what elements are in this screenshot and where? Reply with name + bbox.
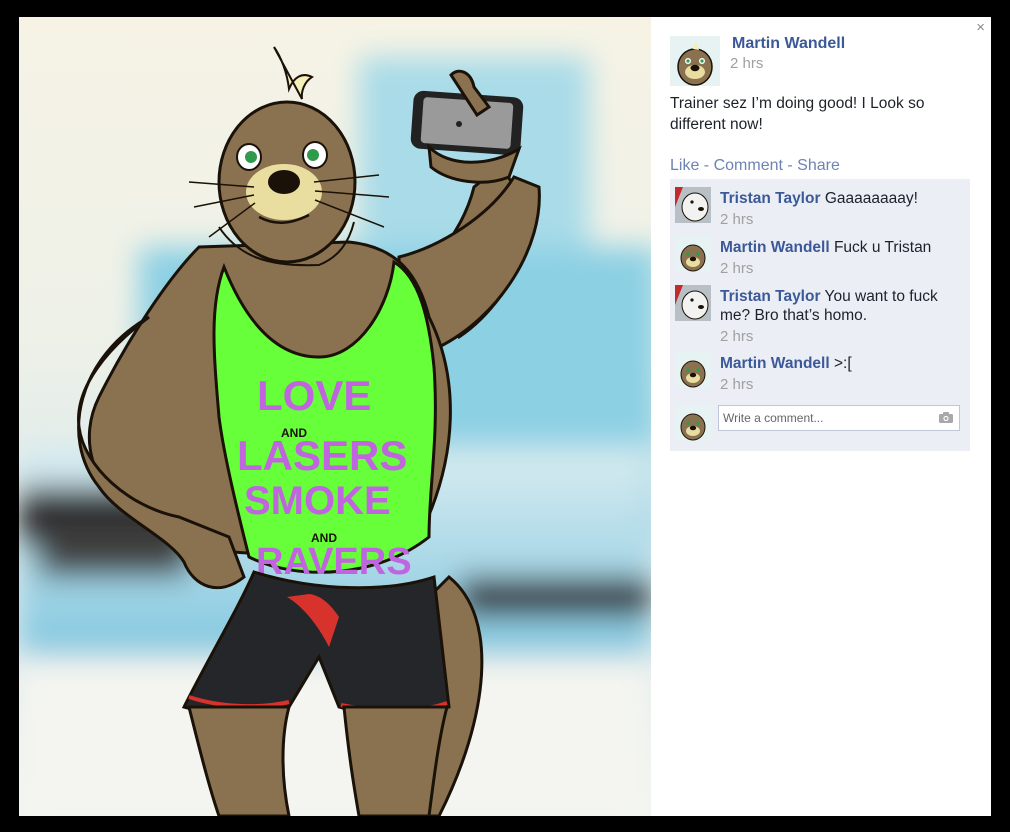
comments-list: Tristan Taylor Gaaaaaaaay! 2 hrs Martin …	[670, 179, 970, 451]
white-otter-avatar-icon	[675, 187, 711, 223]
commenter-avatar[interactable]	[675, 285, 711, 321]
comment-timestamp: 2 hrs	[720, 376, 754, 393]
comment-timestamp: 2 hrs	[720, 328, 754, 345]
otter-avatar-icon	[675, 352, 711, 388]
comment-text: Gaaaaaaaay!	[824, 190, 918, 207]
comment-timestamp: 2 hrs	[720, 260, 754, 277]
otter-avatar-icon	[675, 405, 711, 441]
commenter-avatar[interactable]	[675, 236, 711, 272]
commenter-avatar[interactable]	[675, 187, 711, 223]
camera-icon[interactable]	[939, 412, 953, 423]
post-author-name[interactable]: Martin Wandell	[732, 35, 845, 53]
comment-body: Tristan Taylor You want to fuck me? Bro …	[720, 287, 965, 346]
commenter-avatar[interactable]	[675, 352, 711, 388]
share-link[interactable]: Share	[797, 157, 840, 174]
shirt-line-3: SMOKE	[244, 479, 391, 523]
current-user-avatar	[675, 405, 711, 441]
post-timestamp: 2 hrs	[730, 55, 764, 72]
action-separator: -	[699, 157, 714, 174]
like-link[interactable]: Like	[670, 157, 699, 174]
commenter-name[interactable]: Tristan Taylor	[720, 190, 821, 207]
post-author-avatar[interactable]	[670, 36, 720, 86]
comment-input-box	[718, 405, 960, 431]
comment-link[interactable]: Comment	[714, 157, 783, 174]
comment-body: Martin Wandell Fuck u Tristan 2 hrs	[720, 238, 965, 278]
commenter-name[interactable]: Martin Wandell	[720, 355, 830, 372]
close-icon[interactable]: ×	[976, 19, 985, 36]
comment-body: Tristan Taylor Gaaaaaaaay! 2 hrs	[720, 189, 965, 229]
photo-viewer: LOVE AND LASERS SMOKE AND RAVERS × Marti…	[19, 17, 991, 816]
comment-body: Martin Wandell >:[ 2 hrs	[720, 354, 965, 394]
comment-text: >:[	[833, 355, 852, 372]
commenter-name[interactable]: Martin Wandell	[720, 239, 830, 256]
white-otter-avatar-icon	[675, 285, 711, 321]
comment-timestamp: 2 hrs	[720, 211, 754, 228]
commenter-name[interactable]: Tristan Taylor	[720, 288, 821, 305]
otter-selfie-illustration: LOVE AND LASERS SMOKE AND RAVERS	[19, 46, 651, 816]
otter-avatar-icon	[675, 236, 711, 272]
comment-text: Fuck u Tristan	[833, 239, 932, 256]
post-panel: × Martin Wandell 2 hrs Trainer sez I’m d…	[651, 17, 991, 816]
otter-avatar-icon	[670, 36, 720, 86]
post-actions: Like - Comment - Share	[670, 157, 840, 175]
action-separator: -	[782, 157, 798, 174]
shirt-line-1: LOVE	[257, 372, 371, 419]
shirt-line-2: LASERS	[237, 432, 407, 479]
post-photo: LOVE AND LASERS SMOKE AND RAVERS	[19, 17, 651, 816]
shirt-line-4: RAVERS	[256, 541, 412, 583]
write-comment-row	[670, 401, 970, 447]
post-text: Trainer sez I’m doing good! I Look so di…	[670, 95, 925, 133]
comment-input[interactable]	[723, 408, 928, 428]
